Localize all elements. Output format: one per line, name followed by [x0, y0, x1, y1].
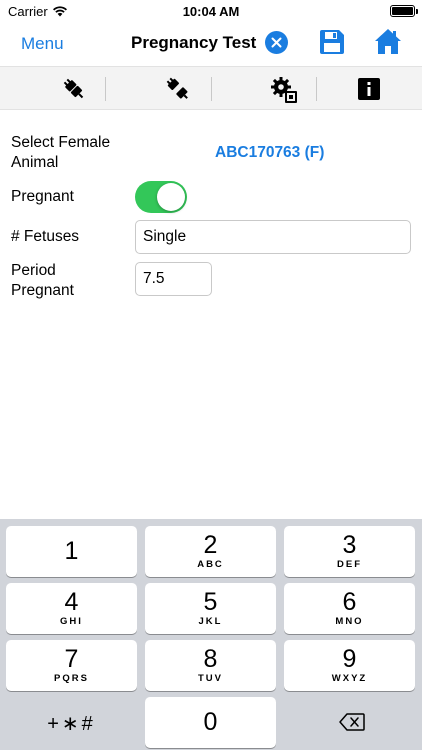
key-digit: 6: [342, 588, 357, 616]
backspace-key[interactable]: [284, 697, 415, 748]
toolbar-divider: [316, 77, 317, 101]
key-7[interactable]: 7 PQRS: [6, 640, 137, 691]
animal-select-link[interactable]: ABC170763 (F): [215, 144, 324, 162]
animal-label: Select Female Animal: [11, 134, 111, 171]
backspace-icon: [339, 713, 365, 736]
key-letters: TUV: [198, 673, 223, 684]
key-digit: 3: [342, 531, 357, 559]
symbols-key[interactable]: +∗#: [6, 697, 137, 748]
toolbar: [0, 66, 422, 110]
key-9[interactable]: 9 WXYZ: [284, 640, 415, 691]
toolbar-divider: [105, 77, 106, 101]
key-digit: 0: [203, 708, 218, 736]
pregnant-label: Pregnant: [11, 188, 74, 205]
symbols-label: +∗#: [47, 713, 96, 735]
key-3[interactable]: 3 DEF: [284, 526, 415, 577]
key-letters: JKL: [198, 616, 223, 627]
period-label: Period Pregnant: [11, 262, 74, 299]
key-letters: GHI: [60, 616, 83, 627]
home-icon[interactable]: [374, 28, 402, 60]
close-circle-icon[interactable]: [265, 31, 288, 54]
key-digit: 9: [342, 645, 357, 673]
key-digit: 4: [64, 588, 79, 616]
key-letters: PQRS: [54, 673, 89, 684]
info-icon[interactable]: [358, 78, 380, 100]
nav-bar: Menu Pregnancy Test: [0, 22, 422, 66]
key-0[interactable]: 0: [145, 697, 276, 748]
plug-disconnected-icon[interactable]: [165, 76, 191, 102]
key-letters: WXYZ: [331, 673, 368, 684]
key-8[interactable]: 8 TUV: [145, 640, 276, 691]
key-6[interactable]: 6 MNO: [284, 583, 415, 634]
pregnant-toggle[interactable]: [135, 181, 187, 213]
key-digit: 5: [203, 588, 218, 616]
menu-button[interactable]: Menu: [21, 34, 64, 54]
key-letters: DEF: [337, 559, 362, 570]
page-title: Pregnancy Test: [131, 33, 257, 52]
period-field[interactable]: 7.5: [135, 262, 212, 296]
settings-gear-icon[interactable]: [270, 76, 297, 103]
toolbar-divider: [211, 77, 212, 101]
battery-icon: [390, 5, 418, 17]
key-5[interactable]: 5 JKL: [145, 583, 276, 634]
fetuses-label: # Fetuses: [11, 228, 80, 245]
key-digit: 7: [64, 645, 79, 673]
key-digit: 1: [64, 537, 79, 565]
key-1[interactable]: 1: [6, 526, 137, 577]
key-letters: MNO: [335, 616, 364, 627]
key-letters: ABC: [197, 559, 224, 570]
plug-connected-icon[interactable]: [61, 76, 87, 102]
key-2[interactable]: 2 ABC: [145, 526, 276, 577]
key-digit: 2: [203, 531, 218, 559]
fetuses-field[interactable]: Single: [135, 220, 411, 254]
status-time: 10:04 AM: [182, 4, 240, 19]
numeric-keypad: 1 2 ABC 3 DEF 4 GHI 5 JKL 6 MNO 7 PQRS 8…: [0, 519, 422, 750]
toggle-knob: [157, 183, 185, 211]
key-digit: 8: [203, 645, 218, 673]
save-floppy-icon[interactable]: [319, 29, 345, 60]
key-4[interactable]: 4 GHI: [6, 583, 137, 634]
status-bar: Carrier 10:04 AM: [0, 0, 422, 22]
